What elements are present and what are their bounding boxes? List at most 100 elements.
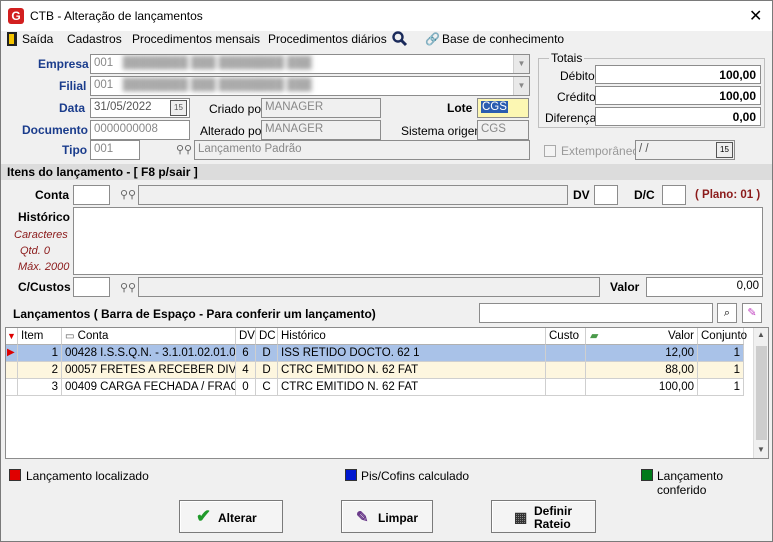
col-conjunto[interactable]: Conjunto [698, 328, 747, 345]
lancamentos-title: Lançamentos ( Barra de Espaço - Para con… [13, 307, 376, 321]
sistema-label: Sistema origem [401, 124, 485, 138]
legend-green-swatch [641, 469, 653, 481]
app-logo-icon: G [8, 8, 24, 24]
diferenca-label: Diferença [545, 111, 597, 125]
cell-dc: C [256, 379, 278, 395]
limpar-button[interactable]: ✎ Limpar [341, 500, 433, 533]
table-row[interactable]: 3 00409 CARGA FECHADA / FRACI... 0 C CTR… [6, 379, 744, 396]
binoculars-icon[interactable]: ⚲⚲ [120, 281, 136, 294]
col-conta[interactable]: ▭ Conta [62, 328, 236, 345]
valor-label: Valor [610, 280, 640, 294]
col-conta-label: Conta [77, 330, 109, 342]
search-button-icon[interactable]: ⌕ [717, 303, 737, 323]
dc-field[interactable] [662, 185, 686, 205]
menu-cadastros[interactable]: Cadastros [67, 32, 122, 46]
table-row[interactable]: 2 00057 FRETES A RECEBER DIV... 4 D CTRC… [6, 362, 744, 379]
edit-icon[interactable]: ✎ [742, 303, 762, 323]
binoculars-icon[interactable]: ⚲⚲ [176, 143, 192, 156]
col-historico[interactable]: Histórico [278, 328, 546, 345]
cell-item: 2 [18, 362, 62, 378]
menu-base-conhecimento[interactable]: Base de conhecimento [442, 32, 564, 46]
dv-label: DV [573, 188, 590, 202]
documento-label: Documento [22, 123, 88, 137]
tipo-desc-field: Lançamento Padrão [194, 140, 530, 160]
col-item[interactable]: Item 1↑ [18, 328, 62, 358]
criado-label: Criado por [209, 102, 266, 116]
col-valor[interactable]: ▰ Valor [586, 328, 698, 345]
empresa-code: 001 [94, 57, 114, 69]
plano-text: ( Plano: 01 ) [695, 189, 761, 201]
cell-dv: 0 [236, 379, 256, 395]
col-dc[interactable]: DC [256, 328, 278, 345]
menu-procedimentos-diarios[interactable]: Procedimentos diários [268, 32, 387, 46]
calendar-icon[interactable]: 15 [716, 142, 733, 158]
chevron-down-icon[interactable]: ▼ [513, 77, 529, 95]
limpar-label: Limpar [378, 511, 419, 525]
max-label: Máx. 2000 [18, 261, 70, 273]
extemporaneo-label: Extemporâneo [561, 144, 640, 158]
cell-dc: D [256, 345, 278, 361]
cell-conjunto: 1 [698, 345, 744, 361]
cell-conjunto: 1 [698, 379, 744, 395]
lote-field[interactable]: CGS [477, 98, 529, 118]
legend-red-swatch [9, 469, 21, 481]
legend-blue-swatch [345, 469, 357, 481]
documento-field[interactable]: 0000000008 [90, 120, 190, 140]
table-icon: ▦ [514, 509, 528, 525]
binoculars-icon[interactable]: ⚲⚲ [120, 188, 136, 201]
chevron-up-icon[interactable]: ▲ [757, 330, 765, 339]
credito-value: 100,00 [595, 86, 761, 105]
cell-conta: 00409 CARGA FECHADA / FRACI... [62, 379, 236, 395]
conta-desc-field [138, 185, 568, 205]
calendar-icon[interactable]: 15 [170, 100, 187, 116]
close-icon[interactable]: ✕ [749, 6, 762, 26]
empresa-field[interactable]: 001 ████████ ███ ████████ ███ ▼ [90, 54, 530, 74]
chevron-down-icon[interactable]: ▼ [513, 55, 529, 73]
lancamentos-search-field[interactable] [479, 303, 713, 323]
scrollbar-thumb[interactable] [756, 346, 767, 440]
conta-field[interactable] [73, 185, 110, 205]
filial-field[interactable]: 001 ████████ ███ ████████ ███ ▼ [90, 76, 530, 96]
ccustos-field[interactable] [73, 277, 110, 297]
ccustos-label: C/Custos [18, 280, 71, 294]
cell-valor: 88,00 [586, 362, 698, 378]
legend-conferido: Lançamento conferido [657, 469, 724, 497]
filial-code: 001 [94, 79, 114, 91]
cell-custo [546, 345, 586, 361]
cell-valor: 100,00 [586, 379, 698, 395]
cell-custo [546, 362, 586, 378]
vertical-scrollbar[interactable]: ▲ ▼ [753, 328, 768, 458]
current-row-icon: ▶ [6, 345, 18, 361]
menu-procedimentos-mensais[interactable]: Procedimentos mensais [132, 32, 260, 46]
alterar-button[interactable]: ✔ Alterar [179, 500, 283, 533]
col-dv[interactable]: DV [236, 328, 256, 345]
filial-name-redacted: ████████ ███ ████████ ███ [116, 79, 312, 91]
menu-saida[interactable]: Saída [22, 32, 53, 46]
cell-conta: 00057 FRETES A RECEBER DIV... [62, 362, 236, 378]
col-custo[interactable]: Custo [546, 328, 586, 345]
historico-textarea[interactable] [73, 207, 763, 275]
sort-indicator-icon: ▼ [6, 328, 18, 345]
dv-field[interactable] [594, 185, 618, 205]
search-icon[interactable] [392, 31, 408, 50]
main-window: G CTB - Alteração de lançamentos ✕ Saída… [0, 0, 773, 542]
definir-label: Definir [534, 504, 573, 518]
chevron-down-icon[interactable]: ▼ [757, 445, 765, 454]
empresa-name-redacted: ████████ ███ ████████ ███ [116, 57, 312, 69]
table-row[interactable]: ▶ 1 00428 I.S.S.Q.N. - 3.1.01.02.01.00..… [6, 345, 744, 362]
tipo-code-field[interactable]: 001 [90, 140, 140, 160]
check-icon: ✔ [196, 506, 212, 526]
extemporaneo-checkbox[interactable] [544, 145, 556, 157]
cell-historico: ISS RETIDO DOCTO. 62 1 [278, 345, 546, 361]
col-item-label: Item [21, 330, 44, 342]
title-bar: G CTB - Alteração de lançamentos ✕ [1, 1, 772, 31]
tipo-label: Tipo [62, 143, 88, 157]
valor-field[interactable]: 0,00 [646, 277, 763, 297]
money-icon: ▰ [590, 330, 599, 342]
criado-field: MANAGER [261, 98, 381, 118]
definir-rateio-button[interactable]: ▦ Definir Rateio [491, 500, 596, 533]
cell-conjunto: 1 [698, 362, 744, 378]
qtd-label: Qtd. 0 [20, 245, 50, 257]
data-field[interactable]: 31/05/2022 15 [90, 98, 190, 118]
cell-conta: 00428 I.S.S.Q.N. - 3.1.01.02.01.00... [62, 345, 236, 361]
